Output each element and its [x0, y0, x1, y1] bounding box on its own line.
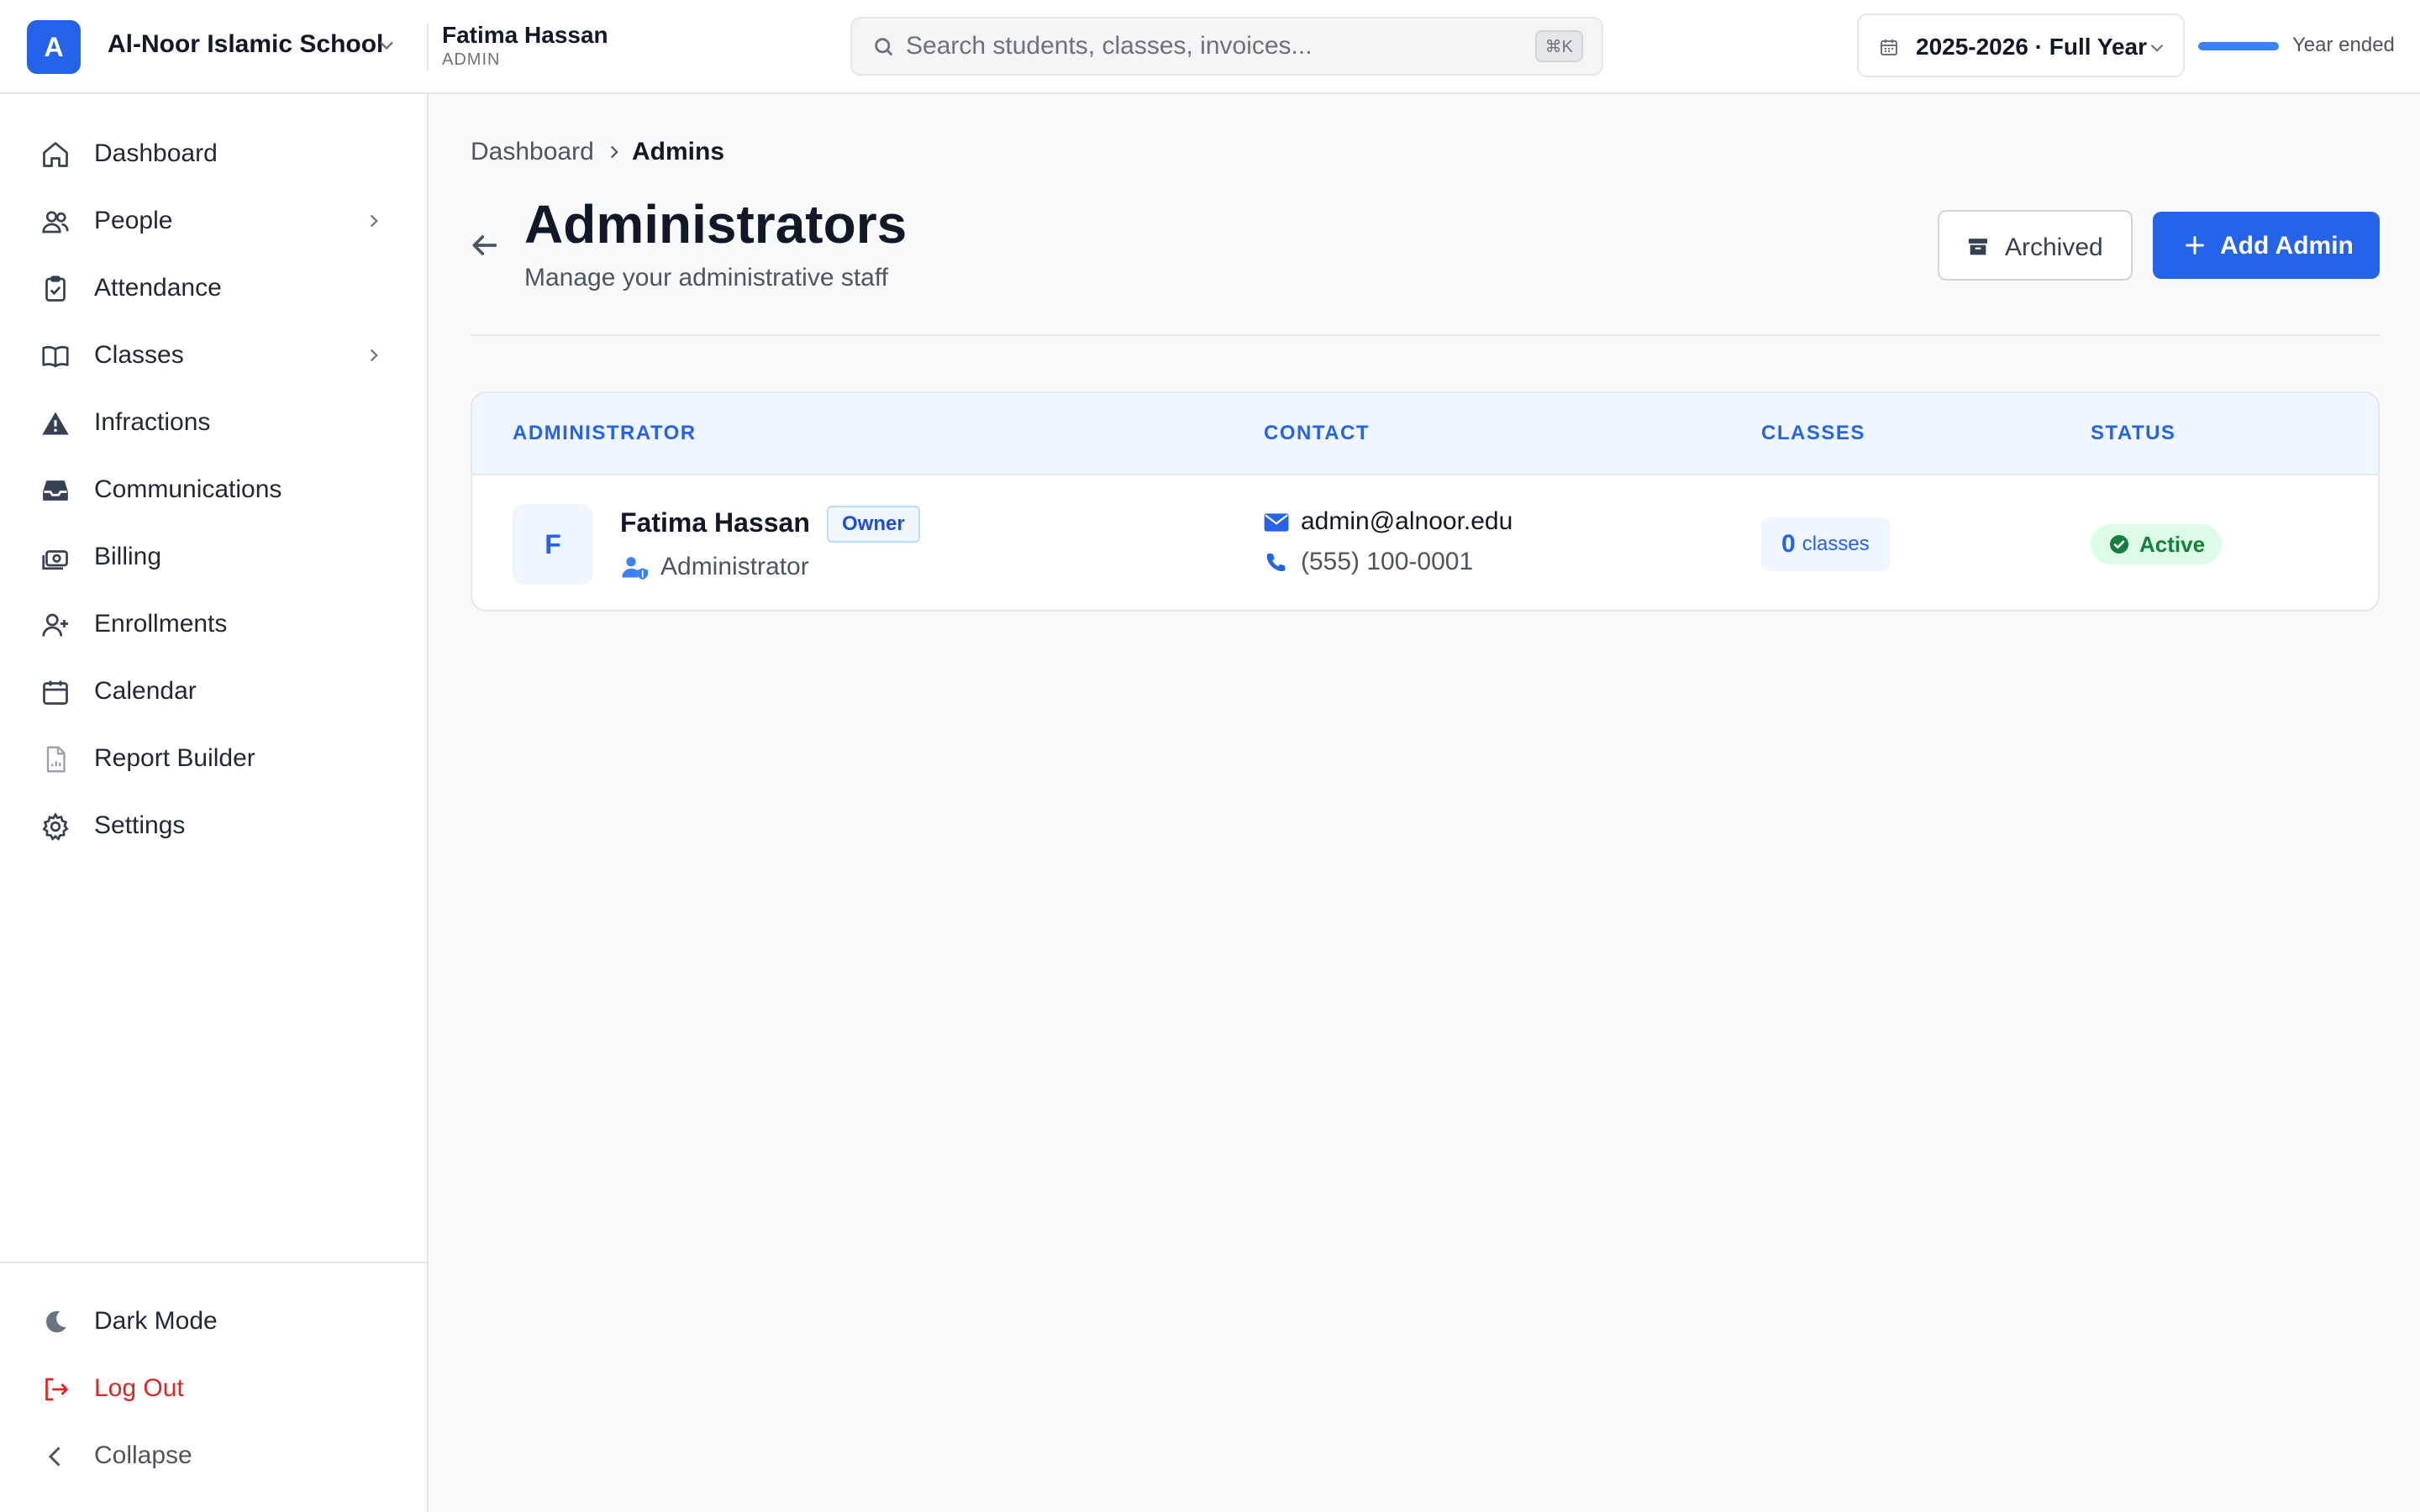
sidebar-item-label: Classes: [94, 341, 184, 369]
breadcrumb-current: Admins: [632, 138, 725, 165]
money-icon: [42, 550, 68, 570]
classes-count-badge[interactable]: 0 classes: [1761, 517, 1890, 571]
check-circle-icon: [2110, 535, 2128, 554]
school-name[interactable]: Al-Noor Islamic School: [108, 30, 383, 59]
divider: [427, 24, 429, 71]
column-header-classes[interactable]: CLASSES: [1761, 422, 1865, 445]
sidebar-item-billing[interactable]: Billing: [24, 529, 403, 583]
page-title: Administrators: [524, 194, 908, 255]
admin-email[interactable]: admin@alnoor.edu: [1301, 507, 1512, 536]
year-status: Year ended: [2292, 34, 2395, 56]
sidebar-item-report-builder[interactable]: Report Builder: [24, 731, 403, 785]
status-label: Active: [2139, 531, 2206, 557]
inbox-icon: [43, 480, 68, 501]
user-role: ADMIN: [442, 50, 501, 69]
divider: [0, 1262, 427, 1263]
chevron-right-icon: [370, 214, 378, 228]
classes-count: 0: [1781, 530, 1796, 558]
calendar-icon: [1881, 39, 1897, 55]
avatar: F: [513, 504, 593, 585]
table-header: ADMINISTRATOR CONTACT CLASSES STATUS: [472, 393, 2378, 475]
sidebar-item-label: Dashboard: [94, 139, 218, 167]
classes-label: classes: [1802, 533, 1870, 555]
status-badge: Active: [2091, 524, 2223, 564]
home-icon: [43, 142, 68, 167]
year-progress-fill: [2198, 42, 2279, 50]
search-box[interactable]: ⌘K: [850, 17, 1603, 76]
logout-label: Log Out: [94, 1374, 184, 1402]
archive-icon: [1968, 239, 1988, 255]
sidebar-item-label: Infractions: [94, 408, 211, 436]
sidebar-item-infractions[interactable]: Infractions: [24, 395, 403, 449]
add-admin-button[interactable]: Add Admin: [2153, 212, 2380, 279]
sidebar-item-label: People: [94, 207, 173, 234]
owner-badge: Owner: [827, 506, 920, 543]
warning-icon: [42, 412, 69, 435]
chevron-left-icon: [48, 1446, 60, 1467]
chevron-down-icon[interactable]: [375, 34, 398, 57]
mail-icon: [1264, 513, 1289, 532]
chevron-right-icon: [610, 145, 618, 159]
calendar-icon: [43, 680, 68, 705]
sidebar-item-label: Settings: [94, 811, 186, 839]
column-header-contact[interactable]: CONTACT: [1264, 422, 1370, 445]
archived-button-label: Archived: [2005, 234, 2103, 261]
collapse-button[interactable]: Collapse: [24, 1428, 403, 1482]
user-shield-icon: [622, 557, 648, 580]
report-icon: [46, 746, 66, 773]
admin-role: Administrator: [660, 553, 809, 580]
keyboard-shortcut: ⌘K: [1534, 30, 1583, 62]
sidebar-item-people[interactable]: People: [24, 193, 403, 247]
book-open-icon: [42, 345, 69, 368]
sidebar-item-label: Communications: [94, 475, 282, 503]
table-row[interactable]: F Fatima Hassan Owner Administrator admi…: [472, 475, 2378, 610]
sidebar: Dashboard People Attendance Classes Infr…: [0, 94, 429, 1512]
search-input[interactable]: [906, 27, 1511, 66]
page-subtitle: Manage your administrative staff: [524, 264, 888, 291]
chevron-right-icon: [370, 349, 378, 362]
top-bar: A Al-Noor Islamic School Fatima Hassan A…: [0, 0, 2420, 94]
plus-icon: [2186, 236, 2204, 255]
admin-name[interactable]: Fatima Hassan: [620, 507, 810, 538]
column-header-status[interactable]: STATUS: [2091, 422, 2175, 445]
sidebar-item-communications[interactable]: Communications: [24, 462, 403, 516]
dark-mode-toggle[interactable]: Dark Mode: [24, 1294, 403, 1347]
sidebar-item-attendance[interactable]: Attendance: [24, 260, 403, 314]
add-admin-button-label: Add Admin: [2220, 232, 2354, 260]
sidebar-item-calendar[interactable]: Calendar: [24, 664, 403, 717]
archived-button[interactable]: Archived: [1938, 210, 2133, 281]
users-icon: [42, 211, 69, 234]
admins-table: ADMINISTRATOR CONTACT CLASSES STATUS F F…: [471, 391, 2380, 612]
back-arrow-icon[interactable]: [467, 228, 501, 262]
admin-phone[interactable]: (555) 100-0001: [1301, 548, 1473, 576]
user-plus-icon: [42, 613, 68, 637]
clipboard-check-icon: [45, 276, 66, 302]
divider: [471, 334, 2380, 336]
sidebar-item-settings[interactable]: Settings: [24, 798, 403, 852]
gear-icon: [42, 812, 69, 841]
sidebar-item-label: Calendar: [94, 677, 197, 705]
user-name: Fatima Hassan: [442, 22, 608, 48]
sidebar-item-label: Report Builder: [94, 744, 255, 772]
phone-icon: [1266, 553, 1286, 571]
collapse-label: Collapse: [94, 1441, 192, 1469]
school-year-select[interactable]: 2025-2026 · Full Year: [1857, 13, 2185, 77]
logout-icon: [45, 1378, 68, 1401]
moon-icon: [46, 1310, 66, 1333]
chevron-down-icon: [2150, 44, 2164, 52]
column-header-administrator[interactable]: ADMINISTRATOR: [513, 422, 697, 445]
breadcrumb-dashboard-link[interactable]: Dashboard: [471, 138, 594, 166]
sidebar-item-dashboard[interactable]: Dashboard: [24, 126, 403, 180]
sidebar-item-label: Billing: [94, 543, 162, 570]
logout-button[interactable]: Log Out: [24, 1361, 403, 1415]
search-icon: [875, 38, 893, 56]
school-year-label: 2025-2026 · Full Year: [1916, 34, 2147, 60]
sidebar-item-classes[interactable]: Classes: [24, 328, 403, 381]
sidebar-item-label: Enrollments: [94, 610, 228, 638]
school-logo[interactable]: A: [27, 20, 81, 74]
sidebar-item-label: Attendance: [94, 274, 222, 302]
sidebar-item-enrollments[interactable]: Enrollments: [24, 596, 403, 650]
year-progress-bar: [2198, 42, 2279, 50]
dark-mode-label: Dark Mode: [94, 1307, 218, 1335]
